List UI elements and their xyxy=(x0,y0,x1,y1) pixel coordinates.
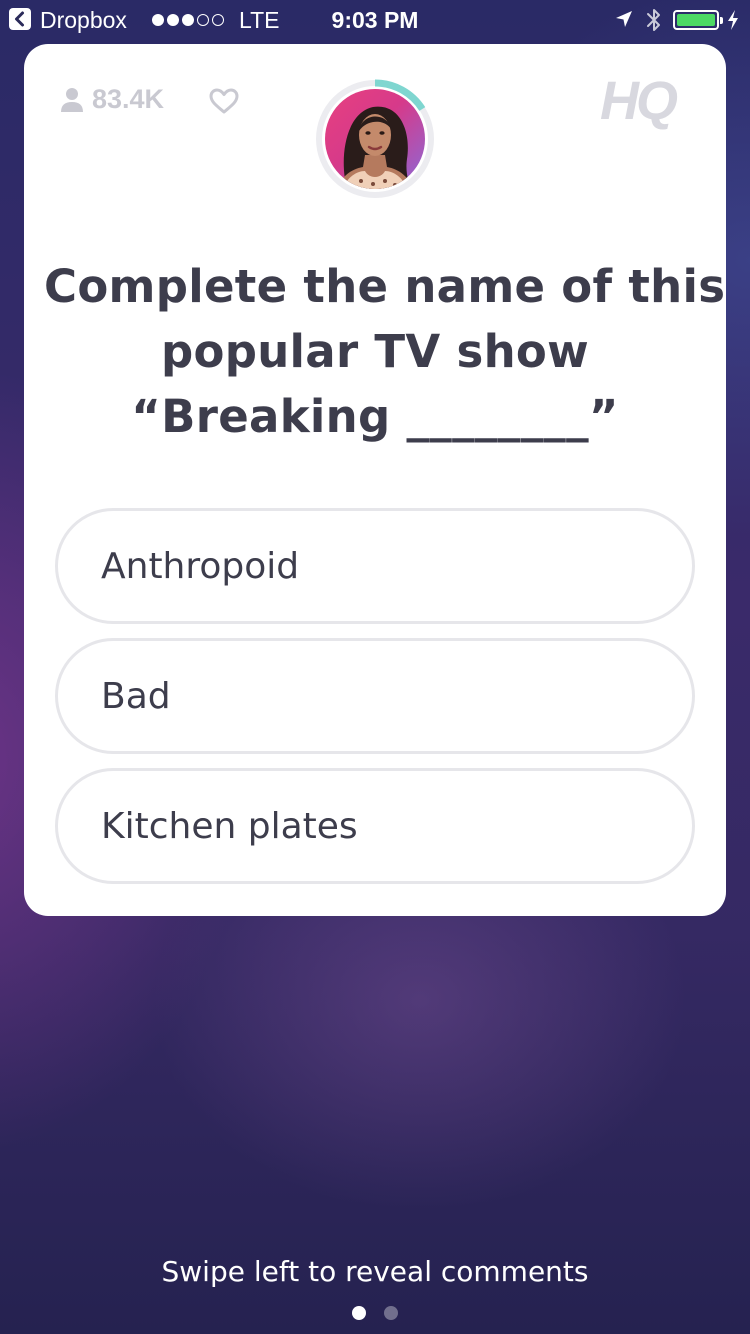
answer-label: Anthropoid xyxy=(101,545,300,587)
hq-logo: HQ xyxy=(600,71,678,131)
answer-option-2[interactable]: Bad xyxy=(55,638,695,754)
battery-nub xyxy=(720,17,723,24)
page-dot[interactable] xyxy=(384,1306,398,1320)
question-line: Complete the name of this xyxy=(44,260,726,313)
heart-icon[interactable] xyxy=(208,87,240,115)
question-line: popular TV show xyxy=(160,325,590,378)
question-line: “Breaking ________” xyxy=(131,390,619,443)
host-portrait-image xyxy=(337,106,413,189)
charging-bolt-icon xyxy=(728,10,738,30)
answer-option-1[interactable]: Anthropoid xyxy=(55,508,695,624)
host-photo xyxy=(325,89,425,189)
page-indicator[interactable] xyxy=(0,1306,750,1320)
page-dot-active[interactable] xyxy=(352,1306,366,1320)
location-arrow-icon xyxy=(616,11,632,27)
status-time: 9:03 PM xyxy=(331,7,419,33)
battery-fill xyxy=(677,14,715,26)
host-avatar xyxy=(314,78,436,200)
answer-label: Kitchen plates xyxy=(101,805,358,847)
answer-label: Bad xyxy=(101,675,171,717)
question-text: Complete the name of this popular TV sho… xyxy=(44,254,726,449)
battery-icon xyxy=(673,10,723,30)
viewer-count: 83.4K xyxy=(60,84,164,115)
swipe-hint: Swipe left to reveal comments xyxy=(161,1255,589,1288)
person-icon xyxy=(61,87,83,112)
bluetooth-icon xyxy=(647,9,660,31)
answer-option-3[interactable]: Kitchen plates xyxy=(55,768,695,884)
question-card: 83.4K HQ Complete the name of this popul… xyxy=(24,44,726,916)
viewer-count-label: 83.4K xyxy=(92,84,165,114)
status-bar: Dropbox LTE 9:03 PM xyxy=(0,0,750,40)
